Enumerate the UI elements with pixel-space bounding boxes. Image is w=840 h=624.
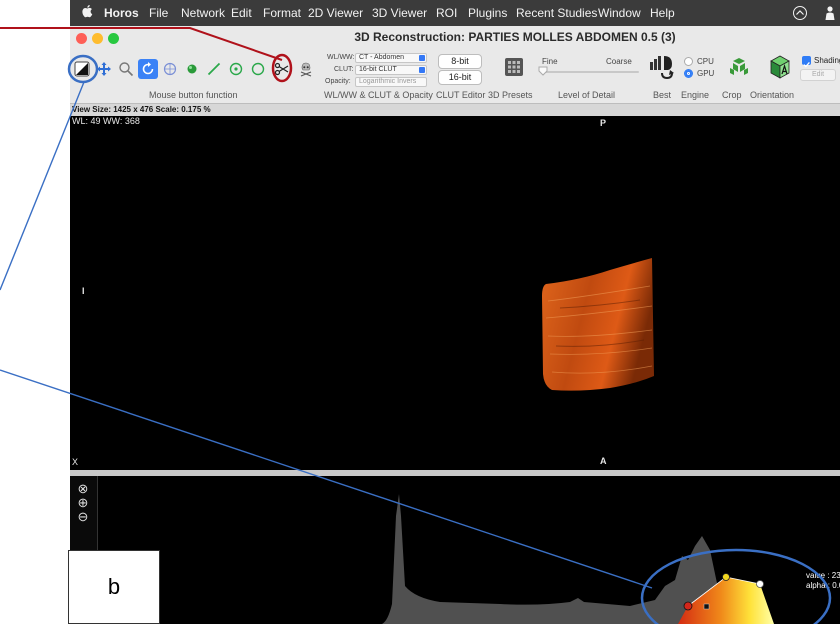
wlww-section-label: WL/WW & CLUT & Opacity — [324, 90, 433, 100]
menu-3d-viewer[interactable]: 3D Viewer — [372, 6, 427, 20]
horos-window: Horos File Network Edit Format 2D Viewer… — [70, 0, 840, 624]
point-tool[interactable] — [226, 59, 246, 79]
zoom-tool[interactable] — [116, 59, 136, 79]
3d-viewport[interactable]: WL: 49 WW: 368 P I A X — [70, 116, 840, 470]
cpu-radio[interactable] — [684, 57, 693, 66]
opacity-label: Opacity: — [325, 78, 351, 85]
view-size-bar: View Size: 1425 x 476 Scale: 0.175 % — [70, 104, 840, 116]
skull-icon — [300, 62, 312, 77]
move-tool[interactable] — [94, 59, 114, 79]
menu-network[interactable]: Network — [181, 6, 225, 20]
presets-grid-icon[interactable] — [504, 57, 524, 77]
clut-point-info: value : 233 alpha : 0.069 — [806, 571, 840, 591]
wlww-label: WL/WW: — [327, 54, 355, 61]
orbit-tool[interactable] — [160, 59, 180, 79]
crop-cube-icon[interactable] — [727, 55, 751, 79]
clut-point-red — [683, 601, 693, 611]
clut-value-text: value : 233 — [806, 571, 840, 580]
orientation-bottom-label: A — [600, 456, 607, 466]
measure-line-icon — [207, 62, 221, 76]
menu-2d-viewer[interactable]: 2D Viewer — [308, 6, 363, 20]
menu-window[interactable]: Window — [598, 6, 641, 20]
histogram-chart — [370, 494, 774, 624]
clut-popup[interactable]: 16-bit CLUT — [355, 65, 427, 75]
menu-file[interactable]: File — [149, 6, 168, 20]
cpu-label: CPU — [697, 57, 714, 66]
scissors-tool[interactable] — [272, 59, 292, 79]
clut-alpha-text: alpha : 0.069 — [806, 581, 840, 590]
mouse-function-label: Mouse button function — [149, 90, 238, 100]
3d-point-tool[interactable] — [182, 59, 202, 79]
gpu-label: GPU — [697, 69, 715, 78]
length-tool[interactable] — [204, 59, 224, 79]
shading-checkbox[interactable] — [802, 56, 811, 68]
shading-label: Shading — [814, 56, 840, 65]
green-sphere-icon — [187, 64, 197, 74]
menubar: Horos File Network Edit Format 2D Viewer… — [70, 0, 840, 26]
shading-edit-button[interactable]: Edit — [800, 69, 836, 81]
lod-slider-knob-icon[interactable] — [538, 66, 548, 76]
wlww-overlay: WL: 49 WW: 368 — [72, 116, 140, 126]
control-center-icon[interactable] — [792, 5, 808, 21]
scissors-icon — [274, 62, 289, 76]
wlww-value: CT - Abdomen — [359, 54, 405, 61]
menu-app-name[interactable]: Horos — [104, 6, 139, 20]
oval-tool[interactable] — [248, 59, 268, 79]
gpu-radio[interactable] — [684, 69, 693, 78]
8-bit-button[interactable]: 8-bit — [438, 54, 482, 69]
lod-coarse-label: Coarse — [606, 57, 632, 66]
clut-label: CLUT: — [334, 66, 354, 73]
rotate-tool[interactable] — [138, 59, 158, 79]
checkmark-icon — [803, 61, 810, 68]
menu-format[interactable]: Format — [263, 6, 301, 20]
lod-slider[interactable] — [543, 71, 639, 73]
rotate-icon — [142, 62, 154, 75]
menu-plugins[interactable]: Plugins — [468, 6, 507, 20]
lod-label: Level of Detail — [558, 90, 616, 100]
move-arrows-icon — [97, 62, 111, 76]
crop-label: Crop — [722, 90, 742, 100]
clut-point-white — [756, 580, 764, 588]
histogram-area — [370, 494, 720, 624]
menu-roi[interactable]: ROI — [436, 6, 457, 20]
orbit-icon — [163, 62, 177, 76]
window-level-icon — [74, 61, 90, 77]
lod-fine-label: Fine — [542, 57, 558, 66]
circle-icon — [251, 62, 265, 76]
best-label: Best — [653, 90, 672, 100]
menu-edit[interactable]: Edit — [231, 6, 252, 20]
apple-icon[interactable] — [82, 4, 94, 18]
best-render-icon[interactable] — [648, 54, 676, 80]
orientation-left-label: I — [82, 286, 85, 296]
user-icon[interactable] — [824, 5, 836, 21]
window-title: 3D Reconstruction: PARTIES MOLLES ABDOME… — [354, 30, 676, 44]
clut-selection-handle — [703, 603, 710, 610]
orientation-cube-icon[interactable] — [767, 54, 793, 80]
presets-label: 3D Presets — [488, 90, 533, 100]
corner-label: X — [72, 457, 79, 467]
wlww-popup[interactable]: CT - Abdomen — [355, 53, 427, 63]
magnifier-icon — [119, 62, 134, 77]
opacity-popup[interactable]: Logarithmic Invers — [355, 77, 427, 87]
target-icon — [229, 62, 243, 76]
clut-editor[interactable]: ⊗ ⊕ ⊖ value : 233 alpha : 0.0 — [70, 476, 840, 624]
orientation-label: Orientation — [750, 90, 795, 100]
clut-editor-label: CLUT Editor — [436, 90, 486, 100]
orientation-top-label: P — [600, 118, 607, 128]
clut-point-yellow — [722, 573, 730, 581]
menu-recent-studies[interactable]: Recent Studies — [516, 6, 597, 20]
opacity-value: Logarithmic Invers — [359, 78, 417, 85]
chevron-down-icon — [419, 67, 425, 73]
chevron-down-icon — [419, 55, 425, 61]
16-bit-button[interactable]: 16-bit — [438, 70, 482, 85]
window-level-tool[interactable] — [72, 59, 92, 79]
clut-value: 16-bit CLUT — [359, 66, 397, 73]
bone-removal-tool[interactable] — [296, 59, 316, 79]
viewer-toolbar: 3D Reconstruction: PARTIES MOLLES ABDOME… — [70, 26, 840, 104]
menu-help[interactable]: Help — [650, 6, 675, 20]
engine-label: Engine — [681, 90, 710, 100]
figure-panel-label: b — [68, 550, 160, 624]
volume-rendering-image — [542, 258, 654, 391]
